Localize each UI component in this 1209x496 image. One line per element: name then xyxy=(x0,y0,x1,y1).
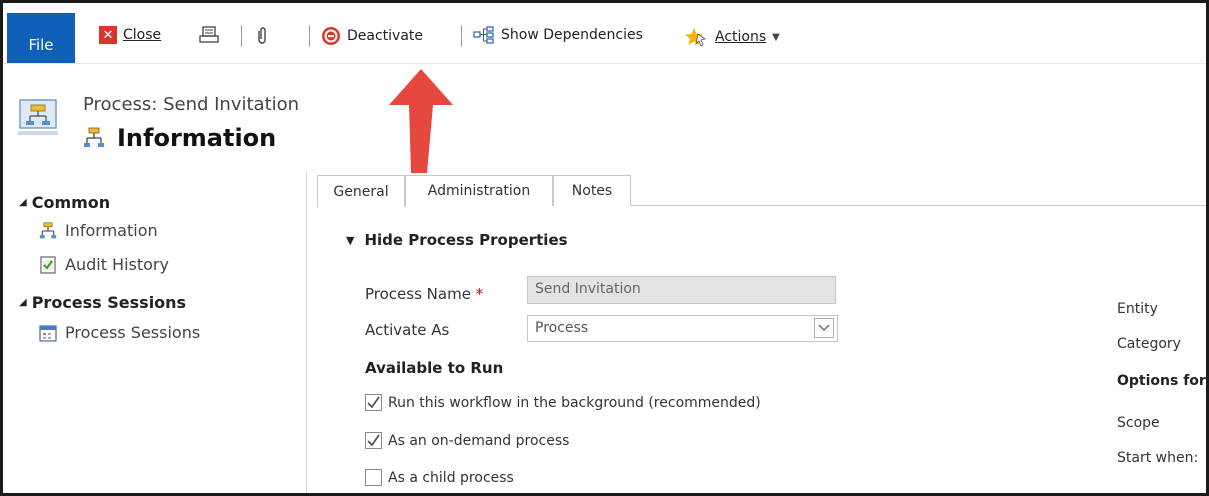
attach-button[interactable] xyxy=(255,26,269,46)
annotation-arrow-icon xyxy=(389,69,453,173)
run-in-background-checkbox[interactable] xyxy=(365,394,382,411)
scope-label: Scope xyxy=(1117,415,1160,431)
child-process-option[interactable]: As a child process xyxy=(365,469,514,486)
toolbar-separator xyxy=(461,25,462,47)
checkmark-icon xyxy=(367,434,380,447)
process-name-label: Process Name * xyxy=(365,285,483,303)
command-bar: File ✕ Close Deactivate Show Dependencie… xyxy=(3,3,1206,64)
available-to-run-heading: Available to Run xyxy=(365,359,504,377)
process-icon xyxy=(18,99,58,135)
activate-as-label: Activate As xyxy=(365,321,450,339)
on-demand-checkbox[interactable] xyxy=(365,432,382,449)
deactivate-icon xyxy=(322,27,340,45)
dependencies-icon xyxy=(473,26,494,44)
nav-item-label: Process Sessions xyxy=(65,323,201,342)
nav-section-label: Process Sessions xyxy=(31,293,187,312)
toolbar-separator xyxy=(309,25,310,47)
section-toggle[interactable]: ▼ Hide Process Properties xyxy=(346,231,568,249)
collapse-triangle-icon: ▼ xyxy=(346,233,355,247)
tab-notes[interactable]: Notes xyxy=(553,175,631,206)
run-in-background-option[interactable]: Run this workflow in the background (rec… xyxy=(365,394,761,411)
section-title: Hide Process Properties xyxy=(364,231,568,249)
checkbox-label: Run this workflow in the background (rec… xyxy=(388,394,761,411)
close-button[interactable]: ✕ Close xyxy=(99,26,161,44)
start-when-label: Start when: xyxy=(1117,450,1199,466)
nav-item-label: Information xyxy=(65,221,158,240)
show-dependencies-button[interactable]: Show Dependencies xyxy=(473,26,643,44)
actions-menu-button[interactable]: Actions ▼ xyxy=(685,26,780,48)
actions-label: Actions xyxy=(715,29,767,45)
options-for-heading: Options for xyxy=(1117,373,1206,389)
calendar-icon xyxy=(39,324,57,342)
close-icon: ✕ xyxy=(99,26,117,44)
workflow-icon xyxy=(39,221,57,238)
category-label: Category xyxy=(1117,336,1181,352)
checkbox-label: As a child process xyxy=(388,469,514,486)
collapse-triangle-icon: ◢ xyxy=(19,297,27,308)
process-name-field[interactable]: Send Invitation xyxy=(527,276,836,304)
nav-item-information[interactable]: Information xyxy=(39,221,158,240)
child-process-checkbox[interactable] xyxy=(365,469,382,486)
nav-section-label: Common xyxy=(31,193,111,212)
paperclip-icon xyxy=(258,27,266,44)
page-title-text: Information xyxy=(117,124,277,152)
page-title: Information xyxy=(83,124,276,152)
collapse-triangle-icon: ◢ xyxy=(19,197,27,208)
nav-divider xyxy=(306,171,307,493)
nav-item-process-sessions[interactable]: Process Sessions xyxy=(39,323,200,342)
required-marker: * xyxy=(475,285,484,303)
process-name-label-text: Process Name xyxy=(365,285,471,303)
checkmark-icon xyxy=(367,396,380,409)
toolbar-separator xyxy=(241,25,242,47)
tab-general[interactable]: General xyxy=(317,175,405,207)
workflow-icon xyxy=(84,127,104,147)
audit-icon xyxy=(40,255,56,274)
nav-section-process-sessions[interactable]: ◢ Process Sessions xyxy=(19,293,186,312)
activate-as-select[interactable]: Process xyxy=(527,315,838,342)
activate-as-value: Process xyxy=(535,320,589,336)
nav-item-label: Audit History xyxy=(65,255,169,274)
deactivate-button[interactable]: Deactivate xyxy=(321,26,423,46)
show-dependencies-label: Show Dependencies xyxy=(501,27,643,43)
actions-icon xyxy=(685,28,706,47)
on-demand-option[interactable]: As an on-demand process xyxy=(365,432,569,449)
deactivate-label: Deactivate xyxy=(347,28,424,44)
print-button[interactable] xyxy=(199,26,219,44)
close-label: Close xyxy=(123,27,162,43)
nav-section-common[interactable]: ◢ Common xyxy=(19,193,110,212)
tab-administration[interactable]: Administration xyxy=(405,175,553,206)
window-frame: File ✕ Close Deactivate Show Dependencie… xyxy=(0,0,1209,496)
chevron-down-icon: ▼ xyxy=(772,31,780,43)
print-icon xyxy=(199,26,219,43)
chevron-down-icon xyxy=(814,318,834,338)
checkbox-label: As an on-demand process xyxy=(388,432,570,449)
entity-label: Entity xyxy=(1117,301,1158,317)
file-button[interactable]: File xyxy=(7,13,75,63)
record-subtitle: Process: Send Invitation xyxy=(83,94,300,115)
nav-item-audit-history[interactable]: Audit History xyxy=(39,255,169,274)
